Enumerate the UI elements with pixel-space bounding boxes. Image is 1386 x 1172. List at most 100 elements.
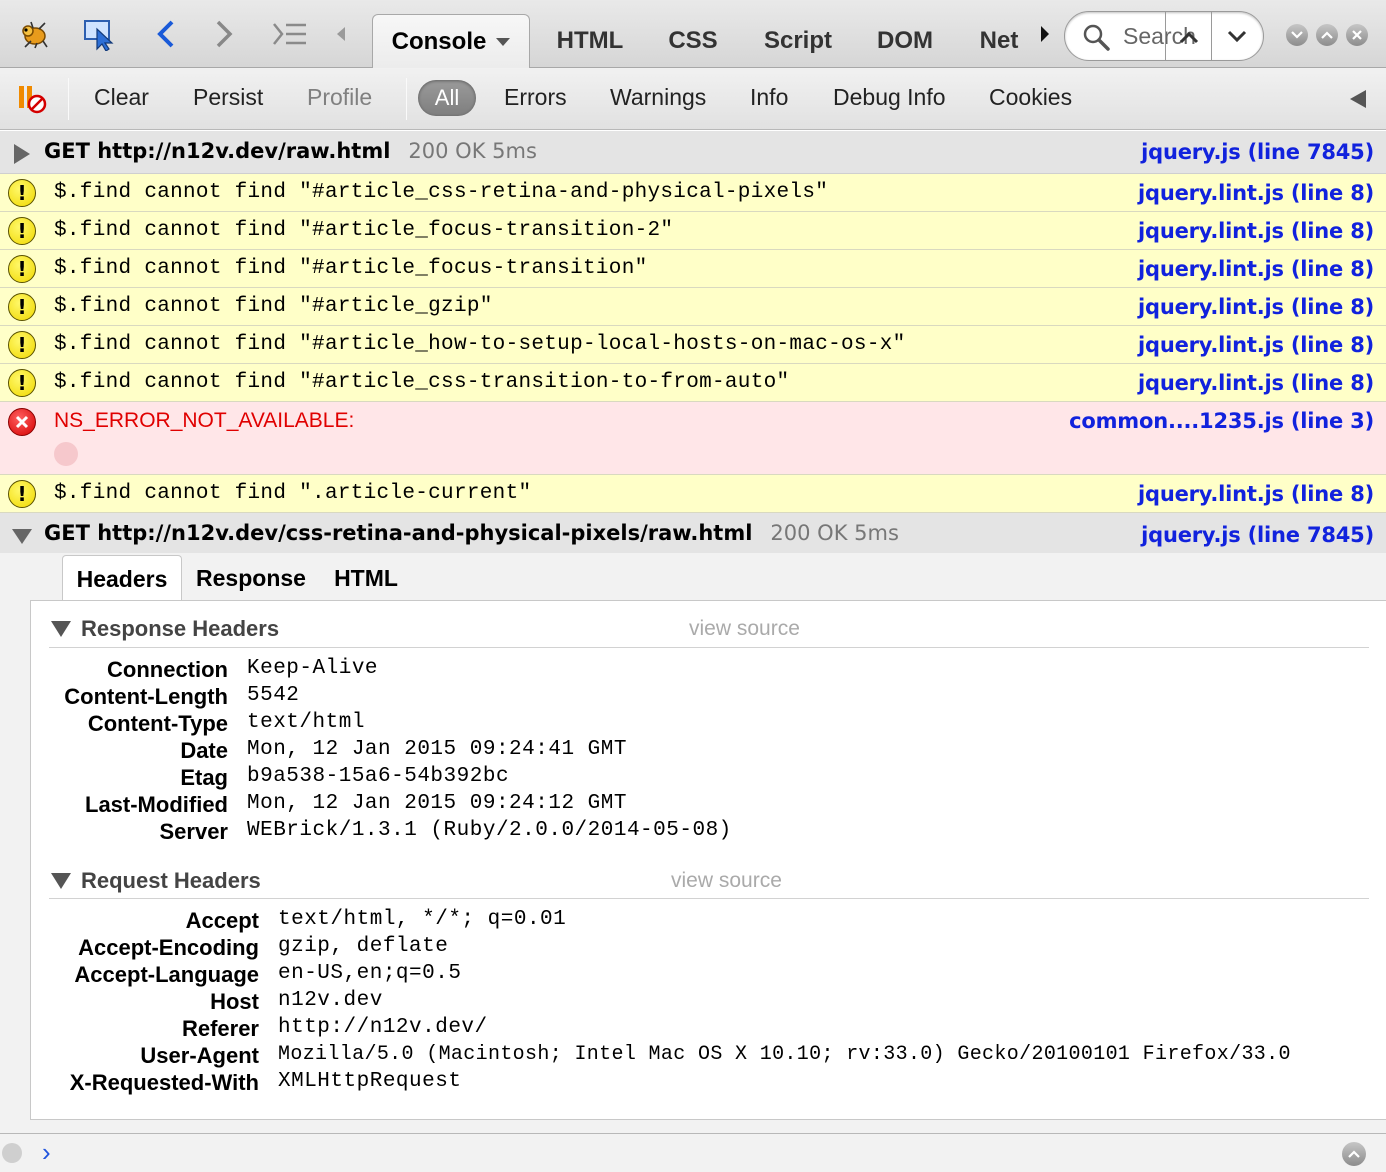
source-link[interactable]: jquery.lint.js (line 8) [1138, 257, 1374, 281]
source-link[interactable]: jquery.lint.js (line 8) [1138, 371, 1374, 395]
request-headers-title: Request Headers [81, 868, 261, 893]
request-header-row: X-Requested-With XMLHttpRequest [31, 1070, 1331, 1097]
response-headers-toggle[interactable]: Response Headers [51, 616, 279, 642]
filter-cookies-button[interactable]: Cookies [989, 80, 1072, 114]
request-header-row: Accept text/html, */*; q=0.01 [31, 908, 1331, 935]
filter-info-button[interactable]: Info [750, 80, 788, 114]
source-link[interactable]: jquery.lint.js (line 8) [1138, 181, 1374, 205]
collapse-arrow-icon [51, 621, 71, 637]
request-headers-toggle[interactable]: Request Headers [51, 868, 261, 894]
tab-script-label: Script [763, 27, 832, 54]
tab-html-response[interactable]: HTML [326, 555, 406, 601]
header-name: User-Agent [140, 1043, 259, 1068]
firebug-icon[interactable] [14, 14, 54, 54]
tab-scroll-right-icon[interactable] [1032, 14, 1058, 54]
detach-button[interactable] [1316, 24, 1338, 46]
search-next-button[interactable] [1215, 20, 1259, 54]
tab-console-label: Console [391, 27, 487, 55]
header-name: X-Requested-With [69, 1070, 259, 1095]
console-filter-bar: Clear Persist Profile All Errors Warning… [0, 68, 1386, 130]
inspect-icon[interactable] [80, 14, 120, 54]
header-name: Last-Modified [85, 792, 228, 817]
tab-dom-label: DOM [877, 27, 933, 54]
tab-script[interactable]: Script [756, 14, 840, 68]
warning-row: ! $.find cannot find "#article_focus-tra… [0, 250, 1386, 288]
header-value: WEBrick/1.3.1 (Ruby/2.0.0/2014-05-08) [247, 819, 732, 842]
warning-icon: ! [8, 480, 36, 508]
tab-response[interactable]: Response [190, 555, 312, 601]
net-request-row[interactable]: GET http://n12v.dev/raw.html 200 OK 5ms j… [0, 131, 1386, 174]
warning-row: ! $.find cannot find "#article_css-trans… [0, 364, 1386, 402]
chevron-up-icon [1179, 31, 1199, 44]
tab-scroll-left-icon[interactable] [326, 14, 356, 54]
filter-warnings-button[interactable]: Warnings [610, 80, 706, 114]
filter-debug-info-button[interactable]: Debug Info [833, 80, 946, 114]
minimize-button[interactable] [1286, 24, 1308, 46]
command-prompt-icon: › [42, 1137, 51, 1167]
back-icon[interactable] [146, 14, 186, 54]
command-line-bar: › [0, 1133, 1386, 1172]
expand-arrow-icon[interactable] [12, 143, 32, 165]
warning-row: ! $.find cannot find "#article_how-to-se… [0, 326, 1386, 364]
header-name: Accept [185, 908, 259, 933]
request-details-panel: Headers Response HTML Response Headers v… [0, 553, 1386, 1133]
header-name: Content-Length [64, 684, 228, 709]
header-value: b9a538-15a6-54b392bc [247, 765, 510, 788]
filter-all-button[interactable]: All [418, 80, 476, 116]
collapse-arrow-icon[interactable] [11, 527, 33, 545]
close-button[interactable] [1346, 24, 1368, 46]
source-link[interactable]: jquery.lint.js (line 8) [1138, 219, 1374, 243]
warning-icon: ! [8, 217, 36, 245]
expand-command-editor-button[interactable] [1342, 1142, 1366, 1166]
header-value: n12v.dev [278, 989, 383, 1012]
response-view-source-link[interactable]: view source [689, 617, 800, 641]
command-line-input[interactable] [66, 1140, 1326, 1168]
tab-console[interactable]: Console [372, 14, 530, 68]
net-request-row-expanded[interactable]: GET http://n12v.dev/css-retina-and-physi… [0, 513, 1386, 555]
filter-errors-button[interactable]: Errors [504, 80, 567, 114]
profile-button[interactable]: Profile [307, 80, 372, 114]
tab-headers[interactable]: Headers [62, 555, 182, 602]
close-icon [1352, 30, 1362, 40]
header-name: Connection [107, 657, 228, 682]
command-list-icon[interactable] [270, 14, 310, 54]
response-headers-title: Response Headers [81, 616, 280, 641]
filter-overflow-icon[interactable] [1348, 88, 1368, 115]
chevron-up-icon [1321, 31, 1333, 39]
break-on-errors-icon[interactable] [16, 82, 50, 119]
warning-icon: ! [8, 331, 36, 359]
warning-row: ! $.find cannot find "#article_css-retin… [0, 174, 1386, 212]
tab-html[interactable]: HTML [548, 14, 632, 68]
error-object-dot[interactable] [54, 442, 78, 466]
error-icon [8, 408, 36, 436]
source-link[interactable]: jquery.lint.js (line 8) [1138, 333, 1374, 357]
request-header-row: Accept-Language en-US,en;q=0.5 [31, 962, 1331, 989]
section-divider [49, 898, 1369, 899]
persist-button[interactable]: Persist [193, 80, 263, 114]
search-previous-button[interactable] [1167, 20, 1211, 54]
header-value: 5542 [247, 684, 300, 707]
source-link[interactable]: jquery.js (line 7845) [1141, 140, 1374, 164]
warning-row: ! $.find cannot find "#article_focus-tra… [0, 212, 1386, 250]
tab-net[interactable]: Net [972, 14, 1026, 68]
source-link[interactable]: jquery.lint.js (line 8) [1138, 295, 1374, 319]
header-value: http://n12v.dev/ [278, 1016, 488, 1039]
source-link[interactable]: common....1235.js (line 3) [1069, 409, 1374, 433]
chevron-down-icon [1227, 30, 1247, 43]
header-value: en-US,en;q=0.5 [278, 962, 462, 985]
header-name: Server [159, 819, 228, 844]
chevron-down-icon[interactable] [496, 37, 511, 46]
request-url: GET http://n12v.dev/css-retina-and-physi… [44, 521, 753, 545]
tab-dom[interactable]: DOM [870, 14, 940, 68]
toolbar-divider [406, 78, 407, 120]
source-link[interactable]: jquery.lint.js (line 8) [1138, 482, 1374, 506]
header-name: Content-Type [87, 711, 228, 736]
warning-icon: ! [8, 255, 36, 283]
header-value: Keep-Alive [247, 657, 379, 680]
forward-icon[interactable] [204, 14, 244, 54]
clear-command-icon[interactable] [2, 1143, 22, 1163]
request-view-source-link[interactable]: view source [671, 869, 782, 893]
tab-css[interactable]: CSS [660, 14, 726, 68]
clear-button[interactable]: Clear [94, 80, 149, 114]
source-link[interactable]: jquery.js (line 7845) [1141, 523, 1374, 547]
